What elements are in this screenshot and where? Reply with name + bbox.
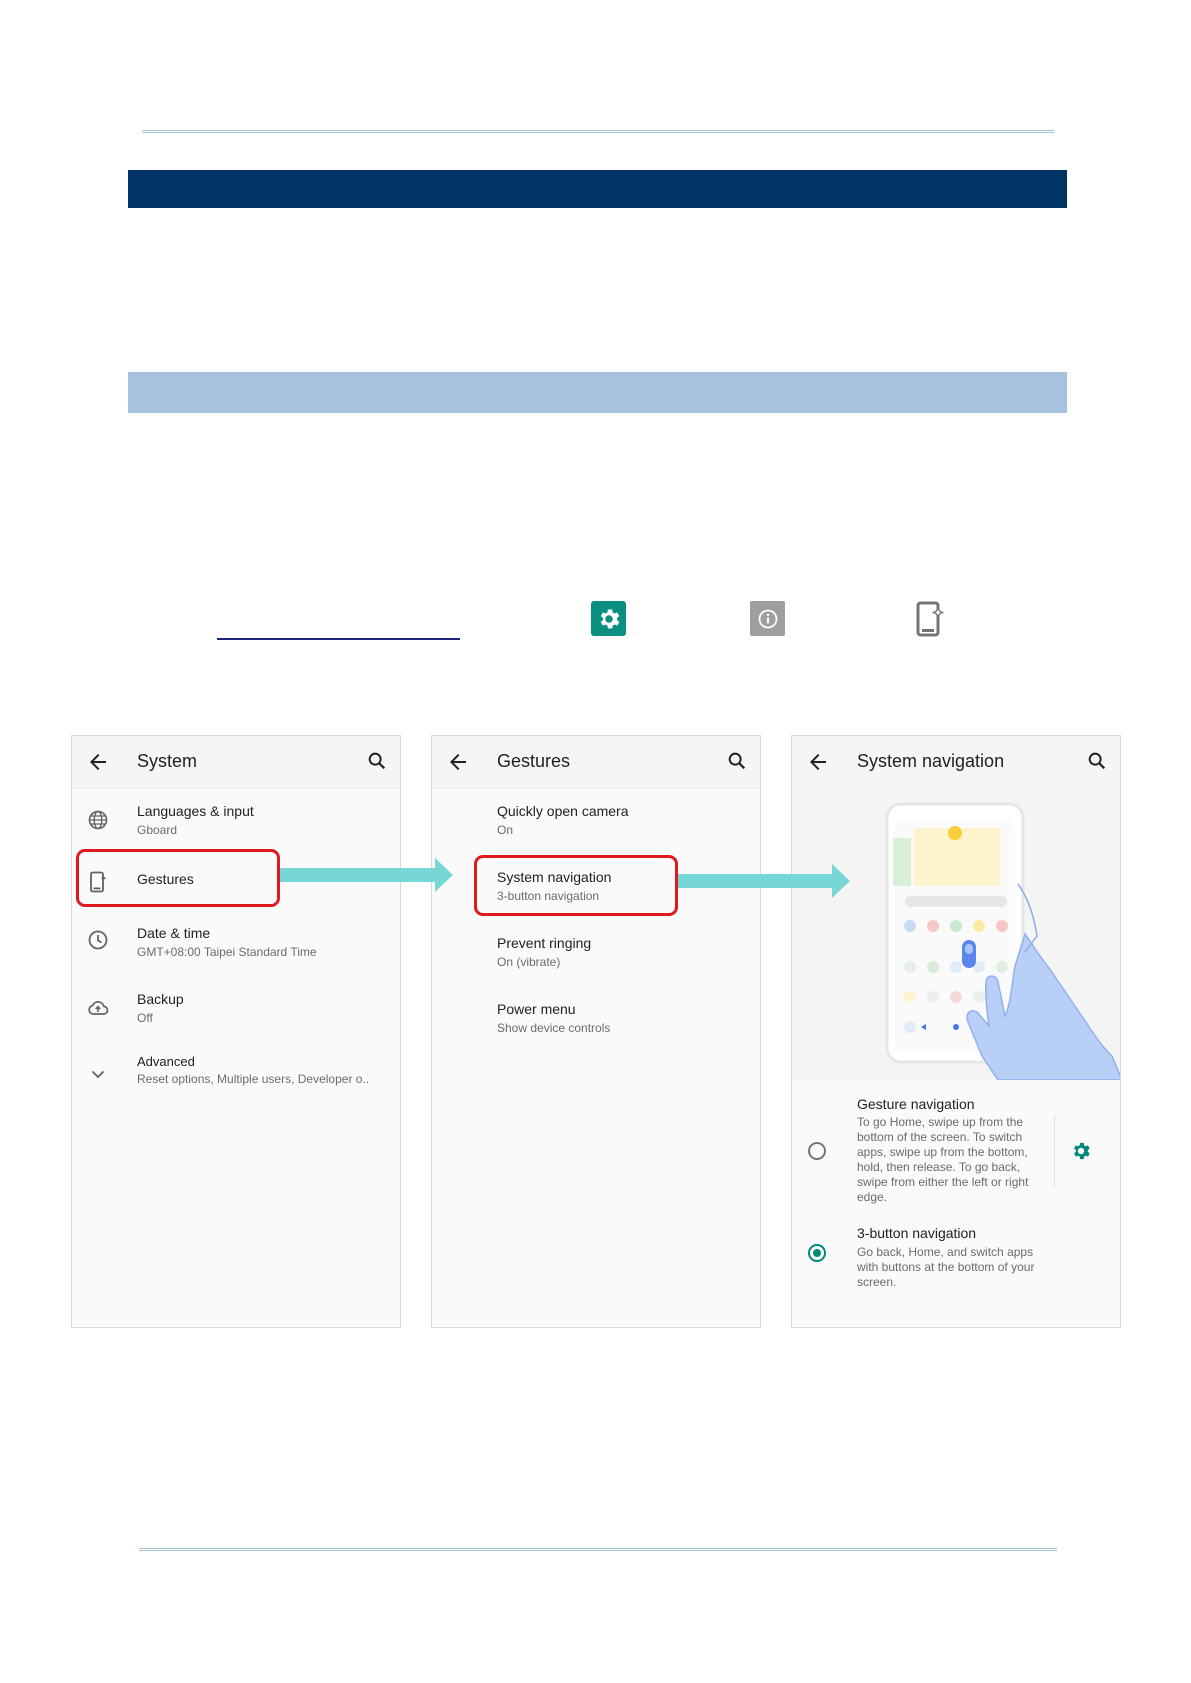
app-bar: Gestures [432, 736, 760, 789]
info-icon [750, 601, 785, 636]
clock-icon [88, 930, 108, 950]
gestures-highlight-box [76, 849, 280, 907]
system-settings-screen: System Languages & input Gboard Gestures… [71, 735, 401, 1328]
item-subtitle: Show device controls [497, 1021, 611, 1035]
search-icon[interactable] [366, 750, 388, 772]
item-subtitle: Reset options, Multiple users, Developer… [137, 1072, 370, 1086]
app-bar: System [72, 736, 400, 789]
item-subtitle: Gboard [137, 823, 178, 837]
app-bar: System navigation [792, 736, 1120, 789]
item-title: Quickly open camera [497, 803, 629, 819]
gestures-screen: Gestures Quickly open camera On System n… [431, 735, 761, 1328]
item-title: Languages & input [137, 803, 254, 819]
list-item-prevent-ringing[interactable]: Prevent ringing On (vibrate) [432, 920, 760, 986]
list-item-backup[interactable]: Backup Off [72, 976, 400, 1042]
cloud-upload-icon [88, 1001, 109, 1015]
list-item-quick-camera[interactable]: Quickly open camera On [432, 788, 760, 854]
item-title: Backup [137, 991, 184, 1007]
option-description: To go Home, swipe up from the bottom of … [857, 1115, 1029, 1204]
gesture-navigation-radio[interactable] [808, 1142, 826, 1160]
screen-title: Gestures [497, 751, 571, 771]
section-header-band [128, 170, 1067, 208]
item-subtitle: Off [137, 1011, 153, 1025]
item-title: Advanced [137, 1054, 195, 1069]
item-title: Date & time [137, 925, 211, 941]
option-gesture-navigation[interactable]: Gesture navigation To go Home, swipe up … [792, 1080, 1120, 1218]
list-item-power-menu[interactable]: Power menu Show device controls [432, 986, 760, 1052]
subsection-header-band [128, 372, 1067, 413]
footer-rule [139, 1548, 1057, 1551]
item-subtitle: On (vibrate) [497, 955, 561, 969]
screen-title: System [137, 751, 198, 771]
search-icon[interactable] [1086, 750, 1108, 772]
back-arrow-icon[interactable] [446, 750, 470, 774]
divider [1054, 1115, 1055, 1187]
back-arrow-icon[interactable] [806, 750, 830, 774]
item-subtitle: GMT+08:00 Taipei Standard Time [137, 945, 317, 959]
globe-icon [88, 810, 108, 830]
list-item-advanced[interactable]: Advanced Reset options, Multiple users, … [72, 1042, 400, 1108]
header-rule [142, 130, 1054, 133]
search-icon[interactable] [726, 750, 748, 772]
system-navigation-screen: System navigation Gesture navigation To … [791, 735, 1121, 1328]
step-arrow [280, 858, 453, 892]
item-title: Power menu [497, 1001, 576, 1017]
list-item-languages[interactable]: Languages & input Gboard [72, 788, 400, 854]
step-arrow [678, 864, 850, 898]
back-arrow-icon[interactable] [86, 750, 110, 774]
option-title: 3-button navigation [857, 1225, 977, 1241]
settings-gear-icon[interactable] [1070, 1140, 1092, 1162]
option-title: Gesture navigation [857, 1096, 975, 1112]
3-button-navigation-radio[interactable] [808, 1244, 826, 1262]
option-description: Go back, Home, and switch apps with butt… [857, 1245, 1035, 1289]
item-subtitle: On [497, 823, 514, 837]
navigation-illustration [792, 788, 1120, 1081]
option-3-button-navigation[interactable]: 3-button navigation Go back, Home, and s… [792, 1222, 1120, 1292]
system-navigation-highlight-box [474, 855, 678, 916]
screen-title: System navigation [857, 751, 1005, 771]
settings-gear-icon [591, 601, 626, 636]
gestures-phone-icon [912, 601, 947, 636]
hyperlink-underline[interactable] [217, 638, 460, 640]
list-item-date-time[interactable]: Date & time GMT+08:00 Taipei Standard Ti… [72, 910, 400, 976]
chevron-down-icon [91, 1070, 105, 1079]
item-title: Prevent ringing [497, 935, 592, 951]
